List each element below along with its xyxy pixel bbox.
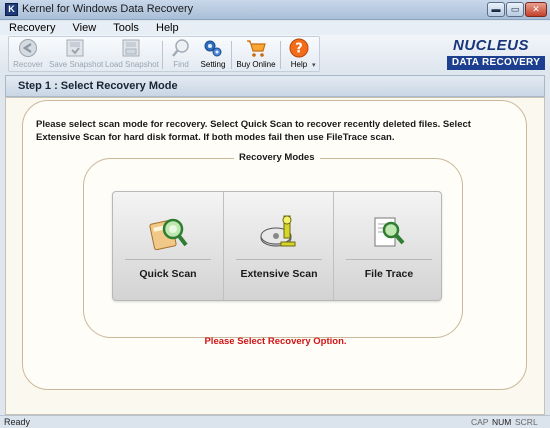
recovery-modes-legend: Recovery Modes [234,152,320,163]
toolbar-separator [231,41,232,69]
menu-help[interactable]: Help [151,21,184,35]
recovery-modes-panel: Quick Scan Extensive Scan File Trace [112,191,442,301]
menu-tools[interactable]: Tools [108,21,144,35]
window-title: Kernel for Windows Data Recovery [22,3,194,15]
extensive-scan-icon [260,215,296,247]
save-snapshot-button[interactable]: Save Snapshot [49,38,103,72]
status-ready: Ready [4,417,31,427]
quick-scan-icon [149,218,188,251]
status-scrl: SCRL [515,417,538,427]
file-trace-icon [374,217,405,247]
buy-online-button[interactable]: Buy Online [235,38,277,72]
gear-icon [204,40,222,57]
status-num: NUM [492,417,512,427]
main-content: Please select scan mode for recovery. Se… [5,97,545,415]
content-frame: Please select scan mode for recovery. Se… [22,100,527,390]
brand-logo: NUCLEUS DATA RECOVERY [447,37,545,71]
menu-bar: Recovery View Tools Help [0,21,550,35]
toolbar-separator [280,41,281,69]
cart-icon [247,40,266,57]
find-button[interactable]: Find [167,38,195,72]
save-snapshot-icon [66,39,84,57]
status-cap: CAP [471,417,489,427]
step-title: Step 1 : Select Recovery Mode [18,80,178,92]
scan-description: Please select scan mode for recovery. Se… [36,119,471,143]
svg-text:?: ? [295,42,303,57]
app-icon: K [5,3,18,16]
load-snapshot-icon [122,39,140,57]
step-header: Step 1 : Select Recovery Mode [5,75,545,97]
title-bar: K Kernel for Windows Data Recovery ▬ ▭ ✕ [0,0,550,20]
extensive-scan-divider [236,259,322,260]
setting-button[interactable]: Setting [198,38,228,72]
toolbar-overflow-icon[interactable]: ▾ [312,61,318,70]
menu-recovery[interactable]: Recovery [4,21,60,35]
minimize-button[interactable]: ▬ [487,2,505,17]
help-icon: ? [289,38,309,58]
status-bar: Ready CAP NUM SCRL [0,415,550,428]
extensive-scan-label: Extensive Scan [240,268,318,280]
recover-button[interactable]: Recover [11,38,45,72]
find-icon [172,39,189,57]
close-button[interactable]: ✕ [525,2,547,17]
file-trace-button[interactable]: File Trace [333,192,443,300]
help-button[interactable]: ? Help [284,38,314,72]
quick-scan-divider [125,259,211,260]
toolbar-group: Recover Save Snapshot Load Snapshot Find… [8,36,320,72]
menu-view[interactable]: View [68,21,102,35]
file-trace-divider [346,259,432,260]
quick-scan-label: Quick Scan [139,268,197,280]
file-trace-label: File Trace [364,268,414,280]
recover-icon [19,39,37,57]
maximize-button[interactable]: ▭ [506,2,524,17]
load-snapshot-button[interactable]: Load Snapshot [105,38,159,72]
extensive-scan-button[interactable]: Extensive Scan [223,192,333,300]
recovery-option-prompt: Please Select Recovery Option. [204,336,347,347]
recovery-modes-group: Recovery Modes Quick Scan Extensive Scan… [83,152,463,338]
toolbar-separator [162,41,163,69]
quick-scan-button[interactable]: Quick Scan [113,192,223,300]
